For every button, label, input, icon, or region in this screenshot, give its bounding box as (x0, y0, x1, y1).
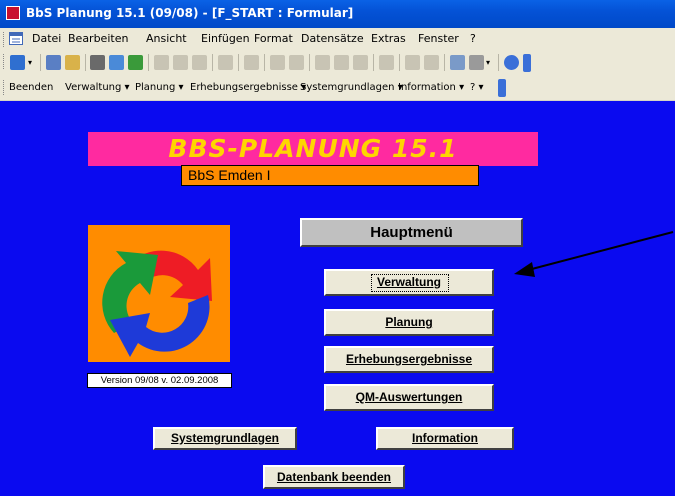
version-label: Version 09/08 v. 02.09.2008 (87, 373, 232, 388)
toolbar-separator (264, 54, 265, 71)
filter-by-form-icon[interactable] (334, 55, 349, 70)
qm-auswertungen-button-label: QM-Auswertungen (355, 390, 463, 404)
access-app-icon[interactable] (6, 6, 20, 20)
menu-ansicht[interactable]: Ansicht (146, 32, 187, 45)
toolbar-separator (373, 54, 374, 71)
main-menu-heading: Hauptmenü (300, 218, 523, 247)
information-button-label: Information (412, 431, 478, 445)
planung-button[interactable]: Planung (324, 309, 494, 336)
menu-datensaetze[interactable]: Datensätze (301, 32, 364, 45)
systemgrundlagen-button[interactable]: Systemgrundlagen (153, 427, 297, 450)
filter-by-selection-icon[interactable] (315, 55, 330, 70)
menu-format[interactable]: Format (254, 32, 293, 45)
toolbar-verwaltung[interactable]: Verwaltung ▾ (65, 82, 130, 93)
app-title-banner: BBS-PLANUNG 15.1 (88, 132, 538, 166)
window-titlebar[interactable]: BbS Planung 15.1 (09/08) - [F_START : Fo… (0, 0, 675, 28)
toolbar-grip[interactable] (3, 54, 7, 69)
help-icon[interactable] (504, 55, 519, 70)
information-button[interactable]: Information (376, 427, 514, 450)
menu-extras[interactable]: Extras (371, 32, 406, 45)
toolbar-systemgrundlagen[interactable]: Systemgrundlagen ▾ (300, 82, 403, 93)
toolbar-options-icon[interactable] (498, 79, 506, 97)
sort-ascending-icon[interactable] (270, 55, 285, 70)
datenbank-beenden-button-label: Datenbank beenden (276, 470, 392, 484)
apply-filter-icon[interactable] (353, 55, 368, 70)
toolbar-separator (238, 54, 239, 71)
toolbar-separator (399, 54, 400, 71)
cut-icon[interactable] (154, 55, 169, 70)
toolbar-separator (309, 54, 310, 71)
toolbar-separator (148, 54, 149, 71)
toolbar-separator (212, 54, 213, 71)
print-preview-icon[interactable] (109, 55, 124, 70)
standard-toolbar: ▾ ▾ (0, 50, 675, 77)
systemgrundlagen-button-label: Systemgrundlagen (170, 431, 280, 445)
delete-record-icon[interactable] (424, 55, 439, 70)
school-name-box: BbS Emden I (181, 165, 479, 186)
spelling-icon[interactable] (128, 55, 143, 70)
datenbank-beenden-button[interactable]: Datenbank beenden (263, 465, 405, 489)
toolbar-information[interactable]: Information ▾ (398, 82, 464, 93)
menu-help[interactable]: ? (470, 32, 476, 45)
print-icon[interactable] (90, 55, 105, 70)
pointer-arrow-icon (514, 231, 674, 277)
toolbar-erhebungsergebnisse[interactable]: Erhebungsergebnisse ▾ (190, 82, 306, 93)
view-dropdown-icon[interactable]: ▾ (28, 55, 36, 70)
toolbar-options-icon[interactable] (523, 54, 531, 72)
file-search-icon[interactable] (65, 55, 80, 70)
qm-auswertungen-button[interactable]: QM-Auswertungen (324, 384, 494, 411)
cycle-logo-icon (88, 225, 230, 362)
database-window-icon[interactable] (450, 55, 465, 70)
menu-bar: Datei Bearbeiten Ansicht Einfügen Format… (0, 28, 675, 51)
undo-icon[interactable] (218, 55, 233, 70)
toolbar-separator (85, 54, 86, 71)
new-object-dropdown-icon[interactable]: ▾ (486, 55, 494, 70)
form-window-icon[interactable] (9, 32, 23, 45)
menu-bearbeiten[interactable]: Bearbeiten (68, 32, 128, 45)
sort-descending-icon[interactable] (289, 55, 304, 70)
toolbar-grip[interactable] (3, 80, 7, 95)
save-icon[interactable] (46, 55, 61, 70)
menubar-grip[interactable] (3, 32, 7, 47)
verwaltung-button[interactable]: Verwaltung (324, 269, 494, 296)
hyperlink-icon[interactable] (244, 55, 259, 70)
toolbar-beenden[interactable]: Beenden (9, 82, 53, 93)
menu-fenster[interactable]: Fenster (418, 32, 459, 45)
menu-einfuegen[interactable]: Einfügen (201, 32, 250, 45)
new-object-icon[interactable] (469, 55, 484, 70)
planung-button-label: Planung (385, 315, 433, 329)
menu-datei[interactable]: Datei (32, 32, 61, 45)
window-title: BbS Planung 15.1 (09/08) - [F_START : Fo… (26, 6, 354, 20)
toolbar-separator (40, 54, 41, 71)
erhebungsergebnisse-button[interactable]: Erhebungsergebnisse (324, 346, 494, 373)
custom-menu-toolbar: Beenden Verwaltung ▾ Planung ▾ Erhebungs… (0, 76, 675, 101)
toolbar-planung[interactable]: Planung ▾ (135, 82, 184, 93)
start-form: BBS-PLANUNG 15.1 BbS Emden I Version 09/… (0, 101, 675, 496)
school-name: BbS Emden I (188, 167, 271, 183)
toolbar-help[interactable]: ? ▾ (470, 82, 484, 93)
focus-rectangle (371, 274, 449, 292)
find-icon[interactable] (379, 55, 394, 70)
erhebungsergebnisse-button-label: Erhebungsergebnisse (345, 352, 473, 366)
paste-icon[interactable] (192, 55, 207, 70)
design-view-icon[interactable] (10, 55, 25, 70)
app-title: BBS-PLANUNG 15.1 (168, 134, 458, 163)
toolbar-separator (498, 54, 499, 71)
toolbar-separator (444, 54, 445, 71)
new-record-icon[interactable] (405, 55, 420, 70)
copy-icon[interactable] (173, 55, 188, 70)
